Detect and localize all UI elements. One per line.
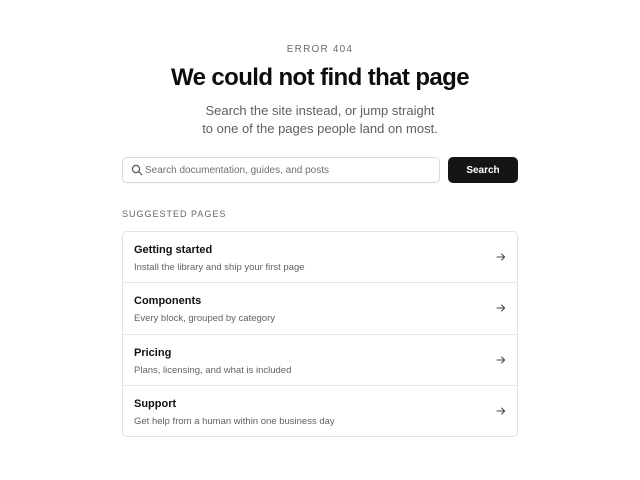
arrow-right-icon <box>496 304 506 312</box>
suggested-item-support[interactable]: Support Get help from a human within one… <box>123 386 517 436</box>
subtitle-line-1: Search the site instead, or jump straigh… <box>205 103 435 118</box>
search-icon <box>131 164 143 176</box>
page-subtitle: Search the site instead, or jump straigh… <box>0 102 640 138</box>
search-button[interactable]: Search <box>448 157 518 183</box>
item-description: Install the library and ship your first … <box>134 262 305 273</box>
page-title: We could not find that page <box>170 64 470 91</box>
item-title: Components <box>134 295 202 308</box>
suggested-pages-list: Getting started Install the library and … <box>122 231 518 437</box>
arrow-right-icon <box>496 407 506 415</box>
suggested-item-getting-started[interactable]: Getting started Install the library and … <box>123 232 517 284</box>
search-row: Search <box>122 157 518 183</box>
item-title: Pricing <box>134 346 172 359</box>
error-code: ERROR 404 <box>286 44 354 55</box>
not-found-page: ERROR 404 We could not find that page Se… <box>0 0 640 480</box>
section-label-suggested: SUGGESTED PAGES <box>122 209 227 219</box>
item-description: Plans, licensing, and what is included <box>134 364 292 376</box>
arrow-right-icon <box>496 253 506 261</box>
item-description: Get help from a human within one busines… <box>134 415 335 427</box>
subtitle-line-2: to one of the pages people land on most. <box>202 121 438 136</box>
item-description: Every block, grouped by category <box>134 313 275 325</box>
item-title: Support <box>134 397 177 410</box>
search-input[interactable] <box>145 158 435 182</box>
search-box[interactable] <box>122 157 440 183</box>
suggested-item-pricing[interactable]: Pricing Plans, licensing, and what is in… <box>123 335 517 386</box>
arrow-right-icon <box>496 356 506 363</box>
suggested-item-components[interactable]: Components Every block, grouped by categ… <box>123 283 517 335</box>
item-title: Getting started <box>134 244 213 256</box>
